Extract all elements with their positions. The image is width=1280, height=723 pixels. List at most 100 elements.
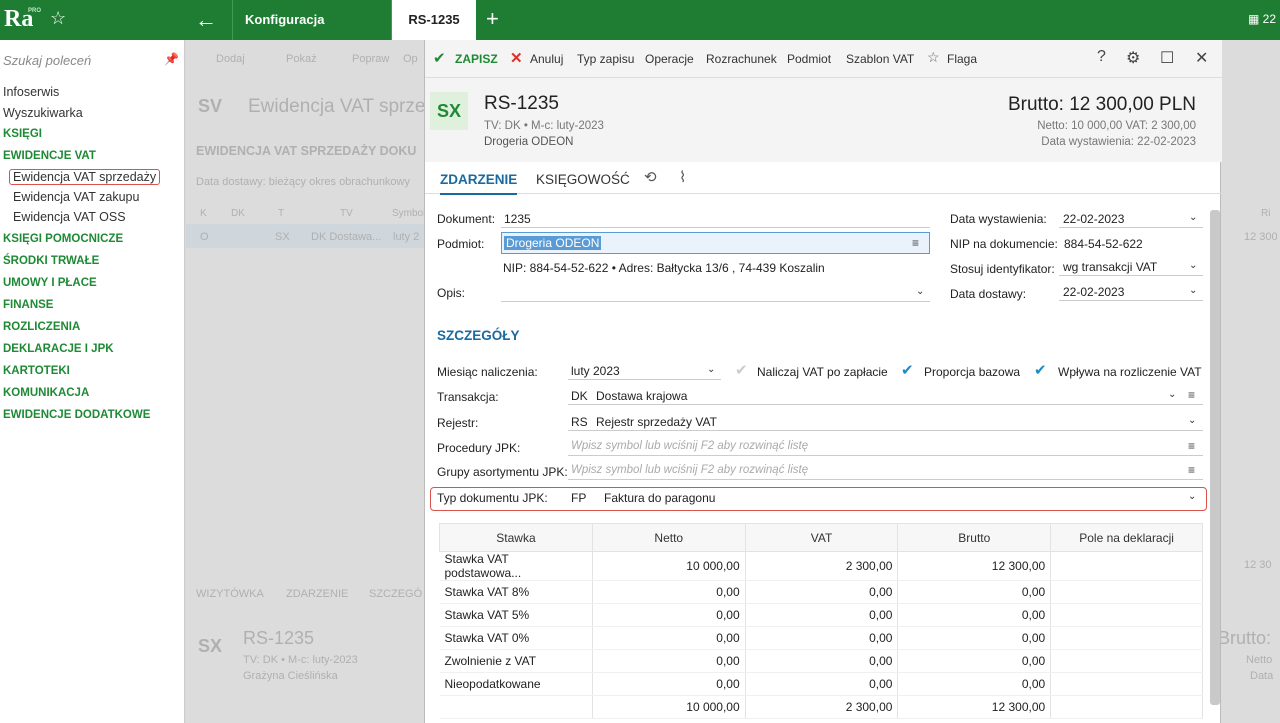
table-row[interactable]: Stawka VAT 0% 0,00 0,00 0,00 xyxy=(439,626,1203,650)
chevron-down-icon[interactable]: ⌄ xyxy=(1189,212,1197,223)
chevron-down-icon[interactable]: ⌄ xyxy=(1168,389,1176,400)
sidebar-section-rozliczenia[interactable]: ROZLICZENIA xyxy=(3,321,80,333)
cell-gross[interactable]: 0,00 xyxy=(897,603,1052,627)
sidebar-section-deklaracje-jpk[interactable]: DEKLARACJE I JPK xyxy=(3,343,114,355)
col-header-declaration[interactable]: Pole na deklaracji xyxy=(1050,523,1203,552)
tab-ksiegowosc[interactable]: KSIĘGOWOŚĆ xyxy=(536,172,630,187)
subject-button[interactable]: Podmiot xyxy=(787,52,831,66)
table-row[interactable]: Stawka VAT podstawowa... 10 000,00 2 300,0… xyxy=(439,551,1203,581)
sidebar-item-wyszukiwarka[interactable]: Wyszukiwarka xyxy=(3,106,83,120)
help-icon[interactable]: ? xyxy=(1097,48,1106,66)
cell-declaration[interactable] xyxy=(1050,603,1203,627)
table-row[interactable]: Stawka VAT 8% 0,00 0,00 0,00 xyxy=(439,580,1203,604)
sidebar-section-umowy-place[interactable]: UMOWY I PŁACE xyxy=(3,277,97,289)
flag-star-icon[interactable]: ☆ xyxy=(927,49,940,66)
cell-declaration[interactable] xyxy=(1050,672,1203,696)
subject-input[interactable]: Drogeria ODEON ≡ xyxy=(501,232,930,254)
vat-after-payment-checkbox[interactable]: ✔ xyxy=(735,361,748,379)
cell-vat[interactable]: 0,00 xyxy=(745,649,899,673)
cell-vat[interactable]: 0,00 xyxy=(745,580,899,604)
chevron-down-icon[interactable]: ⌄ xyxy=(1189,285,1197,296)
sidebar-item-infoserwis[interactable]: Infoserwis xyxy=(3,85,59,99)
back-arrow-icon[interactable]: ← xyxy=(195,7,217,33)
cell-gross[interactable]: 0,00 xyxy=(897,672,1052,696)
identifier-select[interactable]: wg transakcji VAT ⌄ xyxy=(1059,256,1203,276)
sidebar-section-ksiegi-pomocnicze[interactable]: KSIĘGI POMOCNICZE xyxy=(3,233,123,245)
tab-zdarzenie[interactable]: ZDARZENIE xyxy=(440,172,518,195)
operations-button[interactable]: Operacje xyxy=(645,52,694,66)
cell-gross[interactable]: 0,00 xyxy=(897,580,1052,604)
cell-gross[interactable]: 12 300,00 xyxy=(897,551,1052,581)
cell-declaration[interactable] xyxy=(1050,551,1203,581)
base-proportion-checkbox[interactable]: ✔ xyxy=(901,361,914,379)
col-header-rate[interactable]: Stawka xyxy=(439,523,593,552)
delivery-date-input[interactable]: 22-02-2023 ⌄ xyxy=(1059,281,1203,301)
sidebar-item-vat-oss[interactable]: Ewidencja VAT OSS xyxy=(13,210,126,224)
pin-icon[interactable]: 📌 xyxy=(164,52,179,66)
cell-vat[interactable]: 0,00 xyxy=(745,626,899,650)
new-tab-plus-icon[interactable]: + xyxy=(486,6,499,32)
cell-declaration[interactable] xyxy=(1050,626,1203,650)
description-input[interactable]: ⌄ xyxy=(501,282,930,302)
col-header-gross[interactable]: Brutto xyxy=(897,523,1052,552)
save-button[interactable]: ZAPISZ xyxy=(455,52,498,66)
cell-declaration[interactable] xyxy=(1050,649,1203,673)
sidebar-section-ksiegi[interactable]: KSIĘGI xyxy=(3,128,42,140)
cell-net[interactable]: 0,00 xyxy=(592,626,746,650)
sidebar-section-komunikacja[interactable]: KOMUNIKACJA xyxy=(3,387,89,399)
transaction-select[interactable]: DK Dostawa krajowa ⌄ ≡ xyxy=(568,385,1203,405)
close-icon[interactable]: ✕ xyxy=(1195,48,1208,68)
cancel-button[interactable]: Anuluj xyxy=(530,52,563,66)
sidebar-section-srodki-trwale[interactable]: ŚRODKI TRWAŁE xyxy=(3,255,99,267)
register-select[interactable]: RS Rejestr sprzedaży VAT ⌄ xyxy=(568,411,1203,431)
table-row[interactable]: Nieopodatkowane 0,00 0,00 0,00 xyxy=(439,672,1203,696)
tab-document[interactable]: RS-1235 xyxy=(392,0,476,40)
vat-template-button[interactable]: Szablon VAT xyxy=(846,52,914,66)
jpk-type-select[interactable]: FP Faktura do paragonu ⌄ xyxy=(568,487,1203,507)
col-header-net[interactable]: Netto xyxy=(591,523,746,552)
flag-button[interactable]: Flaga xyxy=(947,52,977,66)
jpk-procedures-input[interactable]: Wpisz symbol lub wciśnij F2 aby rozwinąć… xyxy=(568,436,1203,456)
cell-net[interactable]: 0,00 xyxy=(592,672,746,696)
cell-net[interactable]: 0,00 xyxy=(592,603,746,627)
chevron-down-icon[interactable]: ⌄ xyxy=(1189,260,1197,271)
cell-declaration[interactable] xyxy=(1050,580,1203,604)
cell-net[interactable]: 0,00 xyxy=(592,649,746,673)
table-row[interactable]: Stawka VAT 5% 0,00 0,00 0,00 xyxy=(439,603,1203,627)
sidebar-section-kartoteki[interactable]: KARTOTEKI xyxy=(3,365,70,377)
settlement-button[interactable]: Rozrachunek xyxy=(706,52,777,66)
cell-vat[interactable]: 0,00 xyxy=(745,672,899,696)
jpk-groups-menu-icon[interactable]: ≡ xyxy=(1188,463,1195,477)
vertical-scrollbar[interactable] xyxy=(1210,210,1220,705)
jpk-groups-input[interactable]: Wpisz symbol lub wciśnij F2 aby rozwinąć… xyxy=(568,460,1203,480)
gear-icon[interactable]: ⚙ xyxy=(1126,48,1140,68)
sidebar-section-ewidencje-vat[interactable]: EWIDENCJE VAT xyxy=(3,150,96,162)
sidebar-item-vat-purchase[interactable]: Ewidencja VAT zakupu xyxy=(13,190,139,204)
history-icon[interactable]: ⟲ xyxy=(644,168,657,186)
document-input[interactable]: 1235 xyxy=(501,208,930,228)
chevron-down-icon[interactable]: ⌄ xyxy=(1188,415,1196,426)
issue-date-input[interactable]: 22-02-2023 ⌄ xyxy=(1059,208,1203,228)
chevron-down-icon[interactable]: ⌄ xyxy=(707,364,715,375)
cell-gross[interactable]: 0,00 xyxy=(897,649,1052,673)
tab-system-config[interactable]: Konfiguracja systemu xyxy=(232,0,392,67)
sidebar-section-finanse[interactable]: FINANSE xyxy=(3,299,53,311)
transaction-menu-icon[interactable]: ≡ xyxy=(1188,388,1195,402)
cell-net[interactable]: 0,00 xyxy=(592,580,746,604)
sidebar-item-vat-sales[interactable]: Ewidencja VAT sprzedaży xyxy=(9,169,161,185)
maximize-icon[interactable]: ☐ xyxy=(1160,48,1174,68)
calendar-date[interactable]: ▦ 22 xyxy=(1248,12,1276,26)
table-row[interactable]: Zwolnienie z VAT 0,00 0,00 0,00 xyxy=(439,649,1203,673)
vat-settlement-checkbox[interactable]: ✔ xyxy=(1034,361,1047,379)
chevron-down-icon[interactable]: ⌄ xyxy=(1188,491,1196,502)
cancel-x-icon[interactable]: ✕ xyxy=(510,49,523,67)
attachment-icon[interactable]: ⌇ xyxy=(679,168,686,186)
chevron-down-icon[interactable]: ⌄ xyxy=(916,286,924,297)
sidebar-section-ewidencje-dodatkowe[interactable]: EWIDENCJE DODATKOWE xyxy=(3,409,150,421)
subject-menu-icon[interactable]: ≡ xyxy=(912,236,919,250)
app-logo[interactable]: Ra PRO xyxy=(4,6,41,33)
cell-net[interactable]: 10 000,00 xyxy=(592,551,746,581)
record-type-button[interactable]: Typ zapisu xyxy=(577,52,634,66)
favorites-star-icon[interactable]: ☆ xyxy=(50,8,66,29)
search-input[interactable]: Szukaj poleceń xyxy=(3,53,91,68)
